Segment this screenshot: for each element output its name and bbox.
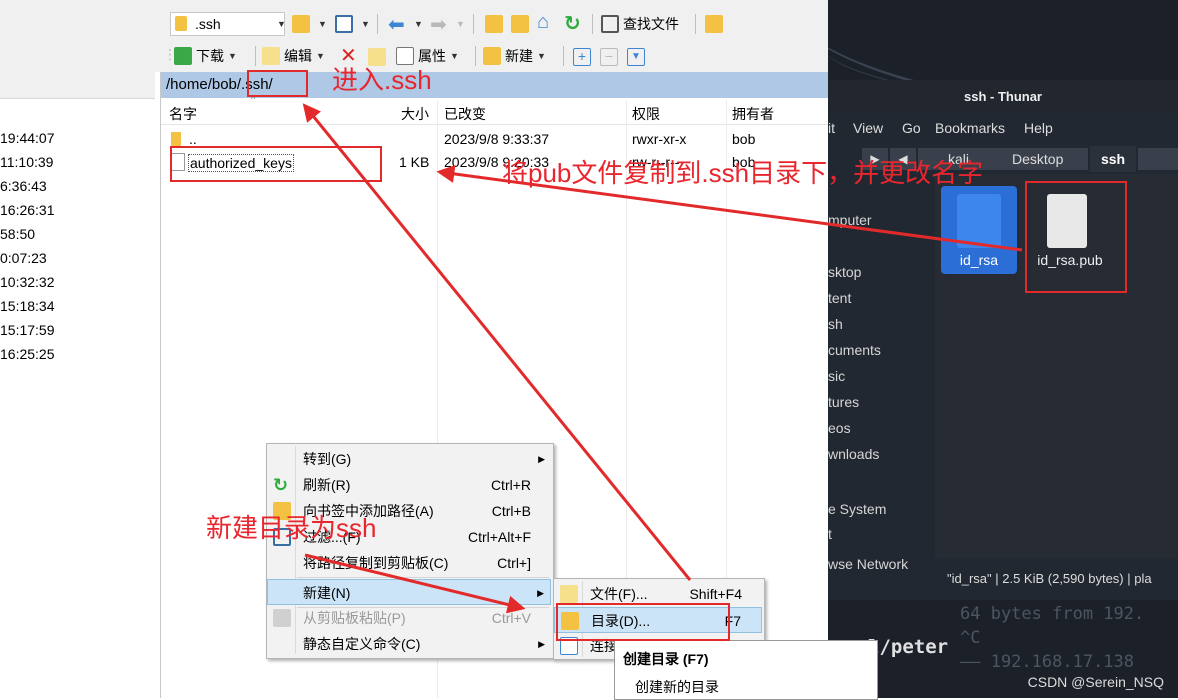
annotation-copy-pub: 将pub文件复制到.ssh目录下，并更改名字	[502, 158, 984, 188]
watermark: CSDN @Serein_NSQ	[1027, 674, 1164, 690]
annotation-enter-ssh: 进入.ssh	[332, 65, 432, 95]
annotation-arrows	[302, 103, 1023, 614]
arrow-to-new-menu	[304, 553, 526, 614]
annotation-new-dir: 新建目录为ssh	[206, 513, 377, 543]
